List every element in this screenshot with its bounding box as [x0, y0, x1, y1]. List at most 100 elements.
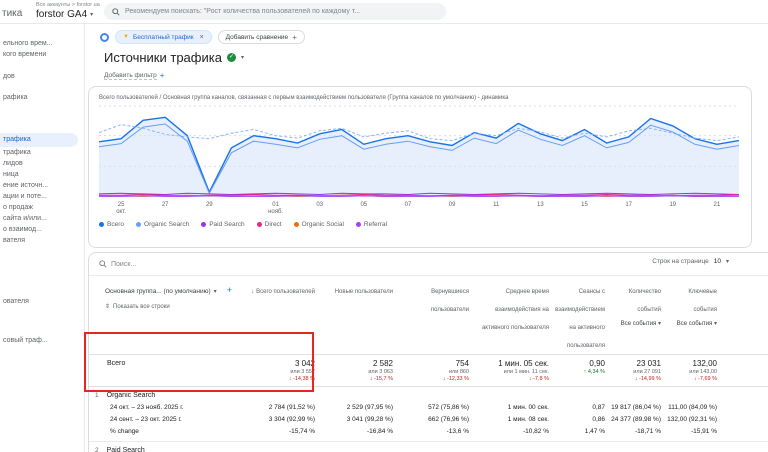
legend-item[interactable]: Organic Social	[294, 221, 344, 228]
rows-per-page-control[interactable]: Строк на странице 10 ▾	[652, 258, 729, 265]
sidebar-item[interactable]: ница	[0, 169, 84, 180]
empty-cell	[475, 390, 555, 402]
comparisons-icon[interactable]	[100, 33, 109, 42]
chart-legend: Всего Organic Search Paid Search Direct Orga…	[89, 219, 751, 230]
empty-cell	[321, 445, 399, 452]
legend-item[interactable]: Direct	[257, 221, 282, 228]
totals-change-value: ↓ -7,69 %	[667, 376, 717, 382]
totals-value: 23 031	[611, 359, 661, 368]
totals-cell: 1 мин. 05 сек.или 1 мин. 11 сек.↓ -7,8 %	[475, 359, 555, 382]
table-row[interactable]: 1Organic Search	[89, 390, 768, 402]
x-tick-label: 17	[625, 202, 632, 208]
column-header[interactable]: Количество событийВсе события ▾	[611, 280, 667, 327]
sidebar-item[interactable]: ельного врем...	[0, 38, 84, 49]
add-filter-button[interactable]: Добавить фильтр	[104, 72, 157, 80]
x-tick: 17	[625, 202, 632, 208]
show-all-rows-label: Показать все строки	[113, 304, 170, 310]
chart-card: Всего пользователей / Основная группа ка…	[88, 86, 752, 248]
property-selector[interactable]: forstor GA4 ▾	[36, 9, 100, 20]
sidebar-item[interactable]: трафика	[0, 147, 84, 158]
empty-cell	[555, 390, 611, 402]
sidebar-nav: ельного врем...кого времени дов рафика траф…	[0, 24, 85, 452]
x-tick: 27	[162, 202, 169, 208]
x-tick-label: 11	[493, 202, 499, 208]
legend-dot	[99, 222, 104, 227]
column-header-label: Вернувшиеся пользователи	[431, 289, 469, 313]
column-header[interactable]: Среднее время взаимодействия на активног…	[475, 280, 555, 334]
sidebar-item[interactable]: о продаж	[0, 202, 84, 213]
sidebar-item[interactable]: вателя	[0, 235, 84, 246]
metric-value: 3 304 (92,99 %)	[241, 414, 321, 426]
ga4-app: тика Все аккаунты > forstor ua forstor G…	[0, 0, 768, 452]
column-header[interactable]: Новые пользователи	[321, 280, 399, 298]
x-tick: 15	[581, 202, 588, 208]
totals-compare-value: или 143,00	[667, 369, 717, 375]
sidebar-item[interactable]: лидов	[0, 158, 84, 169]
sidebar-item[interactable]: ователя	[0, 296, 84, 307]
legend-dot	[136, 222, 141, 227]
empty-cell	[667, 390, 723, 402]
comparison-chip-free-traffic[interactable]: ▼ Бесплатный трафик ×	[115, 30, 212, 44]
metric-value: 19 817 (86,04 %)	[611, 402, 667, 414]
column-header[interactable]: Сеансы с взаимодействием на активного по…	[555, 280, 611, 352]
column-header[interactable]: Доля в о...	[723, 280, 768, 298]
sidebar-item[interactable]: совый траф...	[0, 335, 84, 346]
sidebar-item[interactable]: сайта и/или...	[0, 213, 84, 224]
totals-value: 3 042	[241, 359, 315, 368]
sidebar-item[interactable]: ации и поте...	[0, 191, 84, 202]
sidebar-item[interactable]: кого времени	[0, 49, 84, 60]
chevron-down-icon[interactable]: ▾	[241, 54, 244, 61]
sidebar-item[interactable]: рафика	[0, 92, 84, 103]
legend-label: Referral	[364, 221, 387, 228]
column-header[interactable]: ↓Всего пользователей	[241, 280, 321, 298]
account-path: Все аккаунты > forstor ua	[36, 2, 100, 8]
legend-item[interactable]: Всего	[99, 221, 124, 228]
close-icon[interactable]: ×	[200, 34, 204, 41]
metric-value: 24 377 (89,98 %)	[611, 414, 667, 426]
totals-change-value: ↓ -15,7 %	[321, 376, 393, 382]
dimension-dropdown[interactable]: Основная группа... (по умолчанию)▾	[105, 288, 217, 295]
totals-change-value: ↑ 4,34 %	[555, 369, 605, 375]
legend-item[interactable]: Organic Search	[136, 221, 189, 228]
metric-value	[723, 402, 768, 414]
metric-value: -15,74 %	[241, 426, 321, 438]
chevron-down-icon: ▾	[726, 258, 729, 265]
table-row-block: 1Organic Search24 окт. – 23 нояб. 2025 г…	[89, 387, 768, 442]
table-row[interactable]: 2Paid Search	[89, 445, 768, 452]
column-header[interactable]: Ключевые событияВсе события ▾	[667, 280, 723, 327]
metric-dropdown[interactable]: Все события ▾	[611, 320, 661, 327]
metric-value	[723, 426, 768, 438]
metric-dropdown[interactable]: Все события ▾	[667, 320, 717, 327]
sidebar-item[interactable]: трафика	[0, 133, 78, 147]
metric-value: 572 (75,86 %)	[399, 402, 475, 414]
metric-value: -18,71 %	[611, 426, 667, 438]
row-index: 2	[93, 447, 99, 452]
metric-value: 1 мин. 08 сек.	[475, 414, 555, 426]
chevron-down-icon: ▾	[712, 321, 717, 327]
legend-item[interactable]: Referral	[356, 221, 387, 228]
account-selector[interactable]: Все аккаунты > forstor ua forstor GA4 ▾	[36, 2, 100, 20]
show-all-rows-button[interactable]: ⇕Показать все строки	[105, 303, 241, 310]
sidebar-item[interactable]: дов	[0, 71, 84, 82]
add-comparison-button[interactable]: Добавить сравнение +	[218, 30, 305, 44]
column-header-label: Всего пользователей	[256, 289, 315, 295]
add-dimension-button[interactable]: +	[227, 285, 232, 295]
sidebar-item[interactable]: о взаимод...	[0, 224, 84, 235]
column-header[interactable]: Вернувшиеся пользователи	[399, 280, 475, 316]
totals-cell: 0,90↑ 4,34 %	[555, 359, 611, 375]
empty-cell	[723, 445, 768, 452]
legend-item[interactable]: Paid Search	[201, 221, 244, 228]
x-tick-label: 01	[268, 202, 283, 208]
data-quality-check-icon[interactable]: ✓	[227, 53, 236, 62]
metric-value: -10,82 %	[475, 426, 555, 438]
main-content: ▼ Бесплатный трафик × Добавить сравнение…	[86, 24, 768, 452]
search-placeholder: Рекомендуем поискать: "Рост количества п…	[125, 8, 360, 15]
x-tick-label: 03	[316, 202, 323, 208]
comparison-chips-row: ▼ Бесплатный трафик × Добавить сравнение…	[100, 30, 305, 44]
sidebar-item[interactable]: ение источн...	[0, 180, 84, 191]
column-header-label: Новые пользователи	[335, 289, 393, 295]
x-month-label: нояб.	[268, 209, 283, 215]
search-bar[interactable]: Рекомендуем поискать: "Рост количества п…	[104, 3, 446, 20]
sidebar-spacer	[0, 103, 84, 133]
table-search[interactable]: Поиск...	[99, 260, 136, 268]
